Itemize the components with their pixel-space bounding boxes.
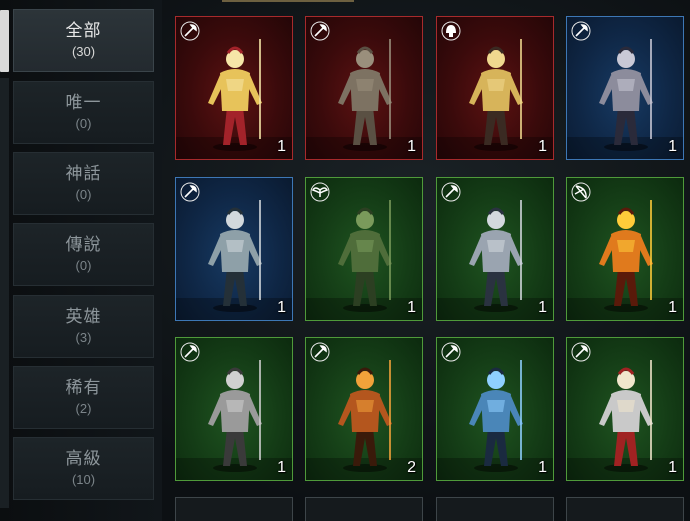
centaur-figure [320,29,410,153]
category-count: (2) [75,401,92,416]
category-name: 唯一 [65,93,102,112]
category-name: 英雄 [65,307,102,326]
fire-archer-figure [581,190,671,314]
halberd-warrior-figure [190,190,280,314]
category-name: 稀有 [65,378,102,397]
character-card[interactable]: 1 [436,177,554,321]
category-name: 傳說 [65,235,102,254]
card-level: 1 [538,138,547,155]
card-level: 1 [538,299,547,316]
card-level: 1 [407,138,416,155]
card-level: 1 [277,299,286,316]
category-sidebar: 全部 (30) 唯一 (0) 神話 (0) 傳說 (0) 英雄 (3) 稀有 (… [0,0,162,521]
category-count: (0) [75,116,92,131]
category-tab-all[interactable]: 全部 (30) [13,9,154,72]
character-card[interactable]: 1 [175,16,293,160]
card-level: 1 [407,299,416,316]
character-card[interactable]: 1 [436,337,554,481]
category-count: (0) [75,187,92,202]
axe-icon [571,21,591,41]
card-level: 1 [277,459,286,476]
partial-card[interactable] [305,497,423,521]
card-level: 1 [668,299,677,316]
category-tab-legendary[interactable]: 傳說 (0) [13,223,154,286]
card-level: 1 [538,459,547,476]
character-card[interactable]: 1 [436,16,554,160]
character-card[interactable]: 1 [175,177,293,321]
antlered-beast-figure [320,350,410,474]
partial-card[interactable] [175,497,293,521]
card-level: 1 [668,459,677,476]
category-name: 高級 [65,449,102,468]
lizard-soldier-figure [320,190,410,314]
bow-icon [571,182,591,202]
character-card[interactable]: 1 [566,177,684,321]
character-card[interactable]: 1 [305,16,423,160]
axe-icon [571,342,591,362]
category-tab-heroic[interactable]: 英雄 (3) [13,295,154,358]
axe-icon [180,182,200,202]
category-tab-unique[interactable]: 唯一 (0) [13,81,154,144]
category-count: (10) [71,472,96,487]
category-tab-rare[interactable]: 稀有 (2) [13,366,154,429]
cat-knight-figure [581,350,671,474]
category-count: (0) [75,258,92,273]
character-card[interactable]: 1 [566,16,684,160]
axe-icon [310,342,330,362]
spear-warrior-figure [581,29,671,153]
axe-icon [441,182,461,202]
helmet-icon [441,21,461,41]
blue-dragon-beast-figure [451,350,541,474]
character-card[interactable]: 1 [305,177,423,321]
card-level: 2 [407,459,416,476]
golden-paladin-figure [190,29,280,153]
axe-icon [180,21,200,41]
horned-knight-figure [451,190,541,314]
category-tab-mythic[interactable]: 神話 (0) [13,152,154,215]
axe-icon [180,342,200,362]
category-count: (30) [71,44,96,59]
wings-icon [310,182,330,202]
partial-card[interactable] [566,497,684,521]
category-name: 神話 [65,164,102,183]
dwarf-miner-figure [190,350,280,474]
axe-icon [310,21,330,41]
category-tab-advanced[interactable]: 高級 (10) [13,437,154,500]
character-card[interactable]: 1 [566,337,684,481]
card-level: 1 [277,138,286,155]
character-collection-screen: 全部 (30) 唯一 (0) 神話 (0) 傳說 (0) 英雄 (3) 稀有 (… [0,0,690,521]
character-card[interactable]: 2 [305,337,423,481]
partial-card[interactable] [436,497,554,521]
winged-warrior-figure [451,29,541,153]
character-card[interactable]: 1 [175,337,293,481]
category-name: 全部 [65,21,102,40]
axe-icon [441,342,461,362]
sidebar-scroll-track[interactable] [0,78,9,508]
card-level: 1 [668,138,677,155]
sidebar-scroll-thumb[interactable] [0,10,9,72]
category-count: (3) [75,330,92,345]
header-accent-line [222,0,354,2]
